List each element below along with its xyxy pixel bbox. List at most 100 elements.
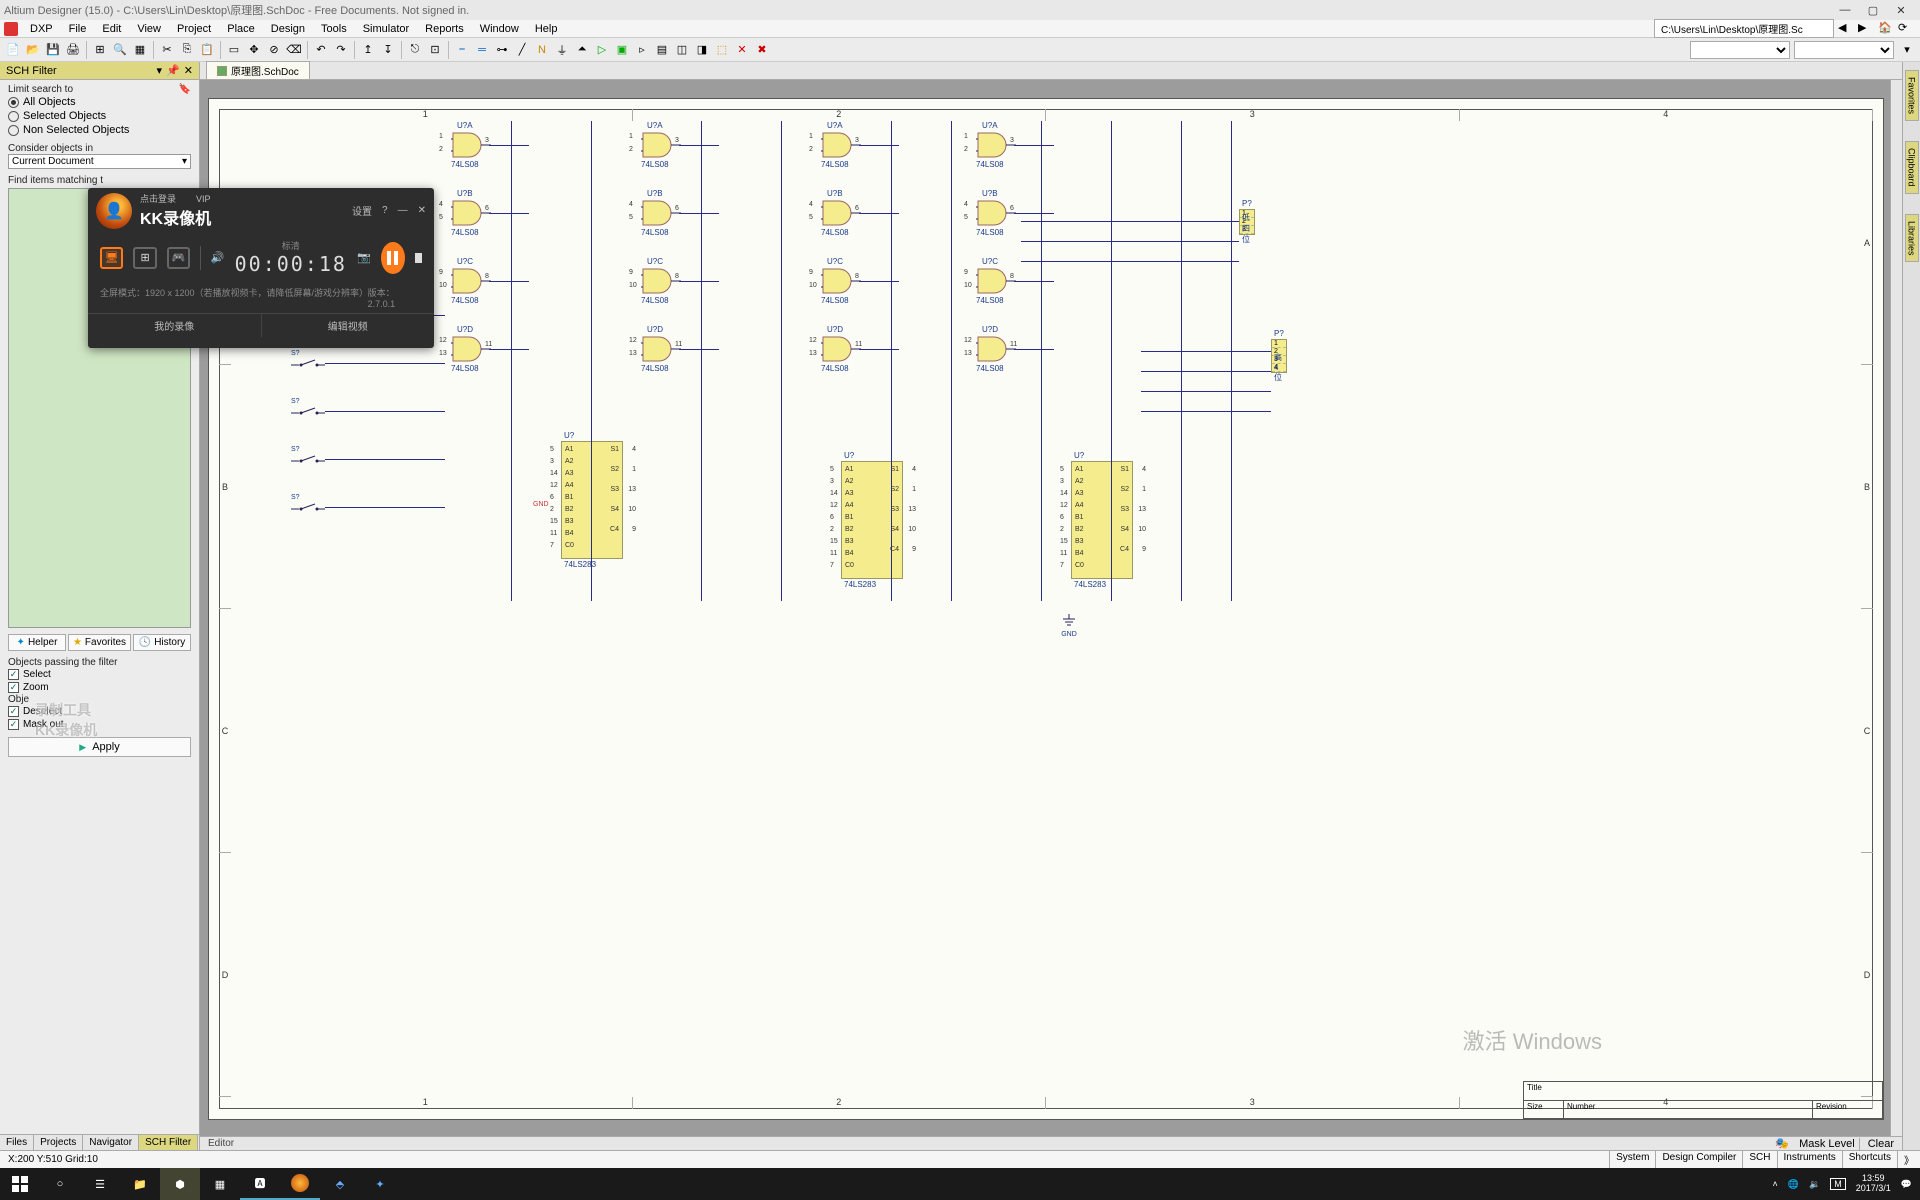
ic-74ls283[interactable]: U?74LS283A15A23A314A412B16B22B315B411C07… xyxy=(1071,461,1133,579)
tool-browse[interactable]: ⊡ xyxy=(426,41,444,59)
tab-projects[interactable]: Projects xyxy=(34,1135,83,1150)
and-gate[interactable]: U?D12131174LS08 xyxy=(821,335,861,363)
tool-device-sheet[interactable]: ▤ xyxy=(653,41,671,59)
check-select[interactable]: Select xyxy=(8,668,191,681)
taskbar-recorder[interactable] xyxy=(280,1168,320,1200)
tool-no-erc[interactable]: ✕ xyxy=(733,41,751,59)
tool-net-label[interactable]: N xyxy=(533,41,551,59)
and-gate[interactable]: U?B45674LS08 xyxy=(821,199,861,227)
and-gate[interactable]: U?B45674LS08 xyxy=(641,199,681,227)
ic-74ls283[interactable]: U?74LS283A15A23A314A412B16B22B315B411C07… xyxy=(841,461,903,579)
recorder-settings[interactable]: 设置 xyxy=(352,203,372,218)
tool-deselect[interactable]: ⊘ xyxy=(265,41,283,59)
filter-funnel-icon[interactable]: 🔖 xyxy=(179,84,191,95)
recorder-edit-video[interactable]: 编辑视频 xyxy=(262,314,435,337)
tool-redo[interactable]: ↷ xyxy=(332,41,350,59)
and-gate[interactable]: U?A12374LS08 xyxy=(641,131,681,159)
panel-pin-icon[interactable]: 📌 xyxy=(166,64,180,77)
tool-move[interactable]: ✥ xyxy=(245,41,263,59)
clear-button[interactable]: Clear xyxy=(1859,1138,1902,1150)
check-zoom[interactable]: Zoom xyxy=(8,681,191,694)
menu-edit[interactable]: Edit xyxy=(94,21,129,37)
tab-navigator[interactable]: Navigator xyxy=(83,1135,139,1150)
tray-network-icon[interactable]: 🌐 xyxy=(1788,1179,1799,1190)
menu-project[interactable]: Project xyxy=(169,21,219,37)
tool-sheet-entry[interactable]: ▹ xyxy=(633,41,651,59)
tray-ime[interactable]: M xyxy=(1830,1178,1846,1190)
tool-extra-1[interactable]: ▾ xyxy=(1898,41,1916,59)
tool-cut[interactable]: ✂ xyxy=(158,41,176,59)
vscrollbar[interactable] xyxy=(1890,80,1902,1136)
tool-crossprobe[interactable]: ⎋ xyxy=(406,41,424,59)
tab-sch-filter[interactable]: SCH Filter xyxy=(139,1135,198,1150)
menu-view[interactable]: View xyxy=(129,21,169,37)
toolbar-combo-1[interactable] xyxy=(1690,41,1790,59)
tool-harness-conn[interactable]: ◫ xyxy=(673,41,691,59)
tool-generic-no-erc[interactable]: ✖ xyxy=(753,41,771,59)
status-sch[interactable]: SCH xyxy=(1742,1150,1776,1169)
switch[interactable]: S? xyxy=(291,455,325,467)
tool-signal-harness[interactable]: ⊶ xyxy=(493,41,511,59)
status-instruments[interactable]: Instruments xyxy=(1777,1150,1842,1169)
dock-favorites[interactable]: Favorites xyxy=(1905,70,1919,121)
and-gate[interactable]: U?D12131174LS08 xyxy=(641,335,681,363)
favorites-button[interactable]: ★Favorites xyxy=(68,634,131,651)
switch[interactable]: S? xyxy=(291,407,325,419)
recorder-help-icon[interactable]: ? xyxy=(382,205,388,216)
schematic-canvas[interactable]: 1234 1234 ABCD ABCD U?A12374LS08U?B45674… xyxy=(200,80,1902,1136)
radio-selected-objects[interactable]: Selected Objects xyxy=(8,109,191,123)
tool-gnd[interactable]: ⏚ xyxy=(553,41,571,59)
recorder-volume-icon[interactable]: 🔊 xyxy=(211,251,225,264)
status-design-compiler[interactable]: Design Compiler xyxy=(1655,1150,1742,1169)
menu-help[interactable]: Help xyxy=(527,21,566,37)
toolbar-combo-2[interactable] xyxy=(1794,41,1894,59)
tool-clear[interactable]: ⌫ xyxy=(285,41,303,59)
editor-tab[interactable]: Editor xyxy=(200,1138,234,1149)
recorder-my-recordings[interactable]: 我的录像 xyxy=(88,314,262,337)
tool-wire[interactable]: ⎯ xyxy=(453,41,471,59)
tray-notifications-icon[interactable]: 💬 xyxy=(1901,1179,1912,1190)
minimize-button[interactable]: — xyxy=(1838,3,1852,17)
tool-sheet-symbol[interactable]: ▣ xyxy=(613,41,631,59)
home-icon[interactable]: 🏠 xyxy=(1878,21,1894,37)
tool-harness-entry[interactable]: ◨ xyxy=(693,41,711,59)
and-gate[interactable]: U?D12131174LS08 xyxy=(976,335,1016,363)
recorder-login-link[interactable]: 点击登录 xyxy=(140,194,176,204)
helper-button[interactable]: ✦Helper xyxy=(8,634,66,651)
tray-up-icon[interactable]: ˄ xyxy=(1773,1179,1778,1189)
tool-hierarchy-up[interactable]: ↥ xyxy=(359,41,377,59)
path-display[interactable]: C:\Users\Lin\Desktop\原理图.Sc xyxy=(1654,19,1834,38)
tab-files[interactable]: Files xyxy=(0,1135,34,1150)
recorder-vip[interactable]: VIP xyxy=(196,194,211,204)
close-button[interactable]: ✕ xyxy=(1894,3,1908,17)
status-shortcuts[interactable]: Shortcuts xyxy=(1842,1150,1897,1169)
recorder-screenshot-icon[interactable]: 📷 xyxy=(357,251,371,264)
gnd-symbol[interactable]: GND xyxy=(1061,611,1077,631)
and-gate[interactable]: U?B45674LS08 xyxy=(976,199,1016,227)
radio-non-selected[interactable]: Non Selected Objects xyxy=(8,123,191,137)
menu-dxp[interactable]: DXP xyxy=(22,21,61,37)
status-more[interactable]: 》 xyxy=(1897,1150,1920,1169)
and-gate[interactable]: U?C910874LS08 xyxy=(976,267,1016,295)
ic-74ls283[interactable]: U?74LS283A15A23A314A412B16B22B315B411C07… xyxy=(561,441,623,559)
status-system[interactable]: System xyxy=(1609,1150,1655,1169)
menu-place[interactable]: Place xyxy=(219,21,263,37)
tool-paste[interactable]: 📋 xyxy=(198,41,216,59)
menu-file[interactable]: File xyxy=(61,21,95,37)
and-gate[interactable]: U?C910874LS08 xyxy=(821,267,861,295)
taskbar-app-4[interactable]: ✦ xyxy=(360,1168,400,1200)
menu-design[interactable]: Design xyxy=(263,21,313,37)
tool-vcc[interactable]: ⏶ xyxy=(573,41,591,59)
tool-copy[interactable]: ⎘ xyxy=(178,41,196,59)
nav-back-icon[interactable]: ◀ xyxy=(1838,21,1854,37)
recorder-minimize-icon[interactable]: — xyxy=(398,205,408,216)
recorder-mode-screen[interactable]: 🖥 xyxy=(100,247,123,269)
taskbar-app-1[interactable]: ⬢ xyxy=(160,1168,200,1200)
tool-bus-entry[interactable]: ╱ xyxy=(513,41,531,59)
recorder-mode-window[interactable]: ⊞ xyxy=(133,247,156,269)
taskbar-taskview[interactable]: ☰ xyxy=(80,1168,120,1200)
tool-open[interactable]: 📂 xyxy=(24,41,42,59)
taskbar-app-3[interactable]: ⬘ xyxy=(320,1168,360,1200)
consider-combo[interactable]: Current Document▾ xyxy=(8,154,191,169)
dock-clipboard[interactable]: Clipboard xyxy=(1905,141,1919,194)
